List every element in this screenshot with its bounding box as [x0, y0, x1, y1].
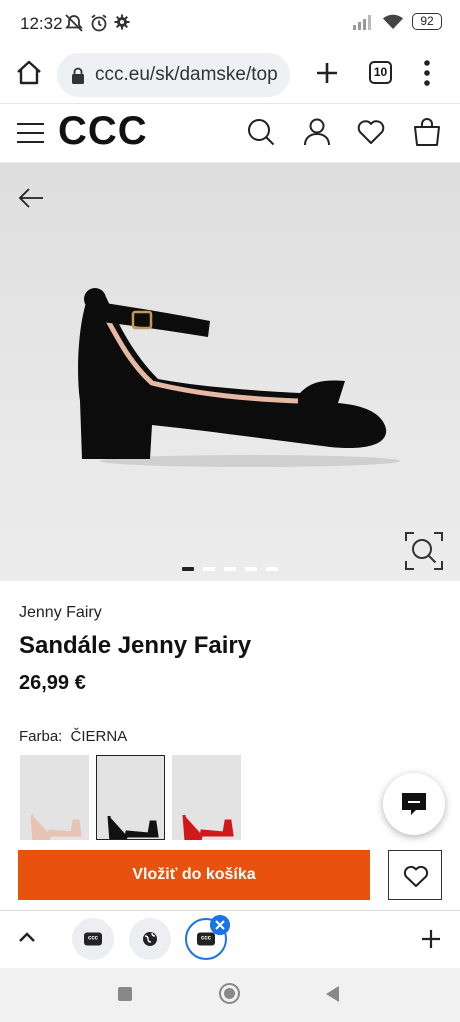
recent-apps-button[interactable]: [118, 987, 132, 1001]
wishlist-heart-icon[interactable]: [356, 117, 386, 147]
chat-button[interactable]: [383, 773, 445, 835]
close-tab-icon[interactable]: [210, 915, 230, 935]
color-swatch-black[interactable]: [96, 755, 165, 840]
product-image-gallery[interactable]: [0, 163, 460, 581]
product-price: 26,99 €: [19, 672, 86, 694]
home-icon[interactable]: [14, 58, 44, 88]
tab-switcher-button[interactable]: 10: [369, 61, 392, 84]
status-system-icons: 92: [352, 13, 442, 30]
ccc-favicon-icon: ccc: [84, 932, 102, 946]
cart-bag-icon[interactable]: [412, 117, 442, 147]
status-notification-icons: [64, 14, 130, 32]
product-brand[interactable]: Jenny Fairy: [19, 604, 102, 622]
muted-bell-icon: [65, 14, 83, 32]
url-text: ccc.eu/sk/damske/top: [95, 64, 278, 85]
heart-icon: [403, 865, 429, 887]
add-to-cart-button[interactable]: Vložiť do košíka: [18, 850, 370, 900]
battery-indicator: 92: [412, 13, 442, 30]
pagination-dot[interactable]: [203, 567, 215, 571]
settings-gear-icon: [114, 14, 130, 30]
signal-icon: [353, 14, 371, 30]
new-tab-icon[interactable]: [314, 60, 340, 86]
back-triangle-icon[interactable]: [324, 985, 340, 1003]
selected-color-value: ČIERNA: [70, 728, 128, 745]
system-navigation-bar: [0, 968, 460, 1022]
chevron-up-icon[interactable]: [18, 931, 36, 943]
wifi-icon: [383, 14, 403, 29]
ccc-favicon-icon: ccc: [197, 932, 215, 946]
browser-tab-strip: ccc ccc: [0, 910, 460, 968]
pagination-dot[interactable]: [245, 567, 257, 571]
black-sandal-image: [78, 288, 400, 467]
more-options-icon[interactable]: [423, 59, 431, 87]
pagination-dot[interactable]: [182, 567, 194, 571]
color-swatch-red[interactable]: [172, 755, 241, 840]
black-sandal-thumbnail: [107, 815, 159, 839]
chat-bubble-icon: [402, 793, 426, 815]
color-selector-label: Farba: ČIERNA: [19, 728, 127, 745]
color-swatch-beige[interactable]: [20, 755, 89, 840]
site-header: CCC: [0, 105, 460, 163]
image-pagination-dots: [182, 567, 278, 571]
status-time: 12:32: [20, 14, 63, 33]
lock-icon: [72, 67, 84, 84]
menu-icon[interactable]: [17, 122, 44, 144]
tab-web[interactable]: [129, 918, 171, 960]
zoom-icon[interactable]: [404, 531, 444, 571]
color-label: Farba:: [19, 728, 63, 745]
product-title: Sandále Jenny Fairy: [19, 632, 252, 659]
browser-toolbar: ccc.eu/sk/damske/top 10: [0, 46, 460, 104]
alarm-icon: [91, 14, 107, 32]
red-sandal-thumbnail: [182, 814, 234, 840]
pagination-dot[interactable]: [266, 567, 278, 571]
ccc-logo[interactable]: CCC: [58, 109, 148, 154]
beige-sandal-thumbnail: [30, 814, 82, 840]
add-to-wishlist-button[interactable]: [388, 850, 442, 900]
tab-ccc-1[interactable]: ccc: [72, 918, 114, 960]
search-icon[interactable]: [246, 117, 276, 147]
add-tab-icon[interactable]: [421, 929, 441, 949]
home-button[interactable]: [219, 983, 240, 1004]
account-icon[interactable]: [302, 117, 332, 147]
address-bar[interactable]: ccc.eu/sk/damske/top: [57, 53, 290, 97]
globe-icon: [143, 932, 157, 946]
status-bar: 12:32 92: [0, 0, 460, 46]
back-arrow-icon[interactable]: [18, 187, 44, 209]
pagination-dot[interactable]: [224, 567, 236, 571]
